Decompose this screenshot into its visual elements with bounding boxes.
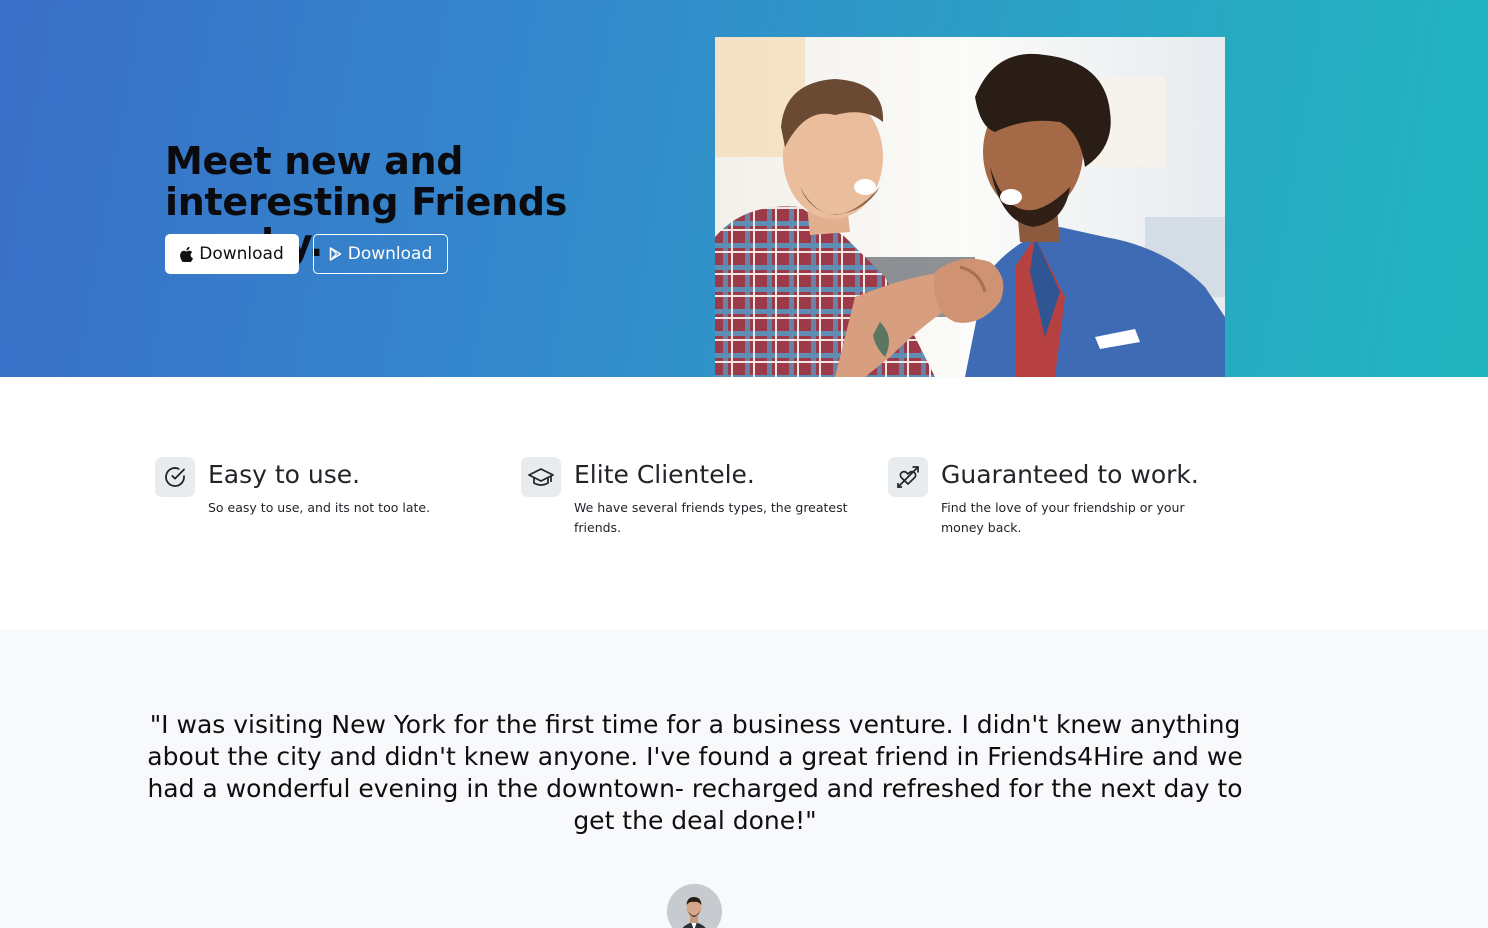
feature-easy-to-use: Easy to use. So easy to use, and its not… [155,457,495,547]
feature-text: We have several friends types, the great… [574,500,848,535]
testimonial-avatar [667,884,722,928]
heart-arrow-icon [888,457,928,497]
feature-elite-clientele: Elite Clientele. We have several friends… [521,457,861,547]
app-store-download-button[interactable]: Download [165,234,299,274]
apple-icon [180,246,194,262]
feature-text: So easy to use, and its not too late. [208,500,431,515]
hero-section: Meet new and interesting Friends nearby.… [0,0,1488,377]
feature-text: Find the love of your friendship or your… [941,500,1185,535]
app-store-button-label: Download [199,244,284,264]
testimonial-section: "I was visiting New York for the first t… [0,629,1488,928]
graduation-cap-icon [521,457,561,497]
hero-photo [715,37,1225,377]
feature-title: Easy to use. [208,460,361,489]
play-store-download-button[interactable]: Download [313,234,448,274]
play-store-button-label: Download [347,244,433,264]
check-circle-icon [155,457,195,497]
play-store-icon [329,247,342,261]
testimonial-quote: "I was visiting New York for the first t… [147,710,1243,835]
feature-title: Elite Clientele. [574,460,755,489]
feature-title: Guaranteed to work. [941,460,1199,489]
feature-guaranteed: Guaranteed to work. Find the love of you… [888,457,1228,547]
